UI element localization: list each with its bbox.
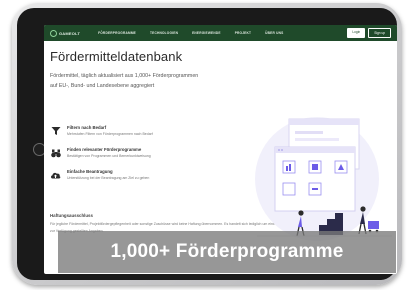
- nav-link-energiewende[interactable]: ENERGIEWENDE: [192, 31, 221, 35]
- logo-icon: [50, 29, 57, 37]
- tablet-device: GAMEOLT FÖRDERPROGRAMME TECHNOLOGIEN ENE…: [12, 3, 402, 285]
- feature-desc: Unterstützung bei der Beantragung am Zie…: [67, 176, 150, 180]
- feature-title: Finden relevanter Förderprogramme: [67, 147, 142, 152]
- logo-text: GAMEOLT: [59, 30, 81, 36]
- feature-text: Filtern nach Bedarf Mehrstufen Filtern v…: [67, 125, 153, 136]
- feature-item: Finden relevanter Förderprogramme Bestät…: [50, 147, 210, 158]
- disclaimer-heading: Haftungsausschluss: [50, 213, 93, 218]
- feature-desc: Bestätigen von Programmen und Bemerkunkt…: [67, 154, 151, 158]
- top-navbar: GAMEOLT FÖRDERPROGRAMME TECHNOLOGIEN ENE…: [44, 25, 397, 41]
- nav-links: FÖRDERPROGRAMME TECHNOLOGIEN ENERGIEWEND…: [98, 31, 283, 35]
- caption-banner: 1,000+ Förderprogramme: [58, 231, 396, 273]
- logo[interactable]: GAMEOLT: [50, 29, 81, 37]
- feature-list: Filtern nach Bedarf Mehrstufen Filtern v…: [50, 125, 210, 191]
- signup-button[interactable]: Sign up: [368, 28, 391, 38]
- feature-item: Filtern nach Bedarf Mehrstufen Filtern v…: [50, 125, 210, 136]
- login-button[interactable]: Login: [347, 28, 366, 38]
- filter-icon: [50, 125, 61, 136]
- nav-buttons: Login Sign up: [347, 28, 391, 38]
- screenshot: GAMEOLT FÖRDERPROGRAMME TECHNOLOGIEN ENE…: [0, 0, 409, 290]
- feature-desc: Mehrstufen Filtern von Förderprogrammen …: [67, 132, 153, 136]
- binoculars-icon: [50, 147, 61, 158]
- nav-link-technologien[interactable]: TECHNOLOGIEN: [150, 31, 178, 35]
- cloud-upload-icon: [50, 169, 61, 180]
- feature-item: Einfache Beantragung Unterstützung bei d…: [50, 169, 210, 180]
- intro-text: Fördermittel, täglich aktualisiert aus 1…: [50, 73, 199, 89]
- page-title: Fördermitteldatenbank: [50, 49, 183, 64]
- caption-text: 1,000+ Förderprogramme: [110, 241, 344, 262]
- nav-link-foerderprogramme[interactable]: FÖRDERPROGRAMME: [98, 31, 136, 35]
- feature-text: Einfache Beantragung Unterstützung bei d…: [67, 169, 149, 180]
- feature-text: Finden relevanter Förderprogramme Bestät…: [67, 147, 151, 158]
- feature-title: Filtern nach Bedarf: [67, 125, 107, 130]
- nav-link-projekt[interactable]: PROJEKT: [235, 31, 251, 35]
- feature-title: Einfache Beantragung: [67, 169, 113, 174]
- nav-link-ueber-uns[interactable]: ÜBER UNS: [265, 31, 283, 35]
